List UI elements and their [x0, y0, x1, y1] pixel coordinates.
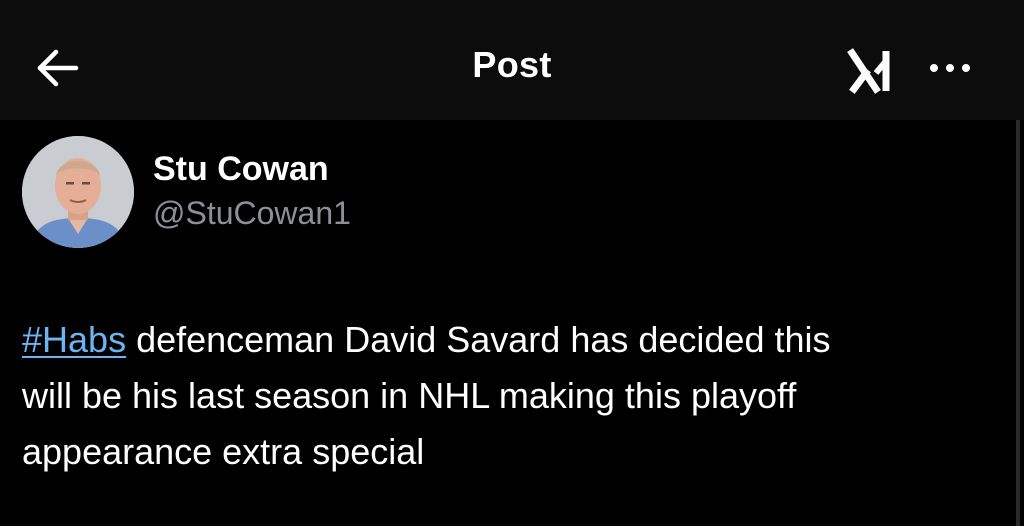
post-text-line-3: appearance extra special [22, 431, 425, 472]
top-navigation-bar: Post [0, 0, 1024, 120]
post-text: #Habs defenceman David Savard has decide… [22, 312, 1012, 480]
more-horizontal-icon [930, 64, 970, 72]
hashtag-link[interactable]: #Habs [22, 319, 126, 360]
grok-button[interactable] [846, 47, 902, 95]
avatar-photo-icon [22, 136, 134, 248]
grok-icon [847, 48, 890, 94]
post-text-line-1: #Habs defenceman David Savard has decide… [22, 312, 1012, 368]
author-handle[interactable]: @StuCowan1 [153, 195, 351, 232]
author-display-name[interactable]: Stu Cowan [153, 150, 329, 189]
more-options-button[interactable] [926, 54, 974, 82]
post-text-line-2: will be his last season in NHL making th… [22, 375, 797, 416]
scrollbar[interactable] [1016, 120, 1020, 526]
post-text-segment: defenceman David Savard has decided this [126, 319, 831, 360]
avatar[interactable] [22, 136, 134, 248]
